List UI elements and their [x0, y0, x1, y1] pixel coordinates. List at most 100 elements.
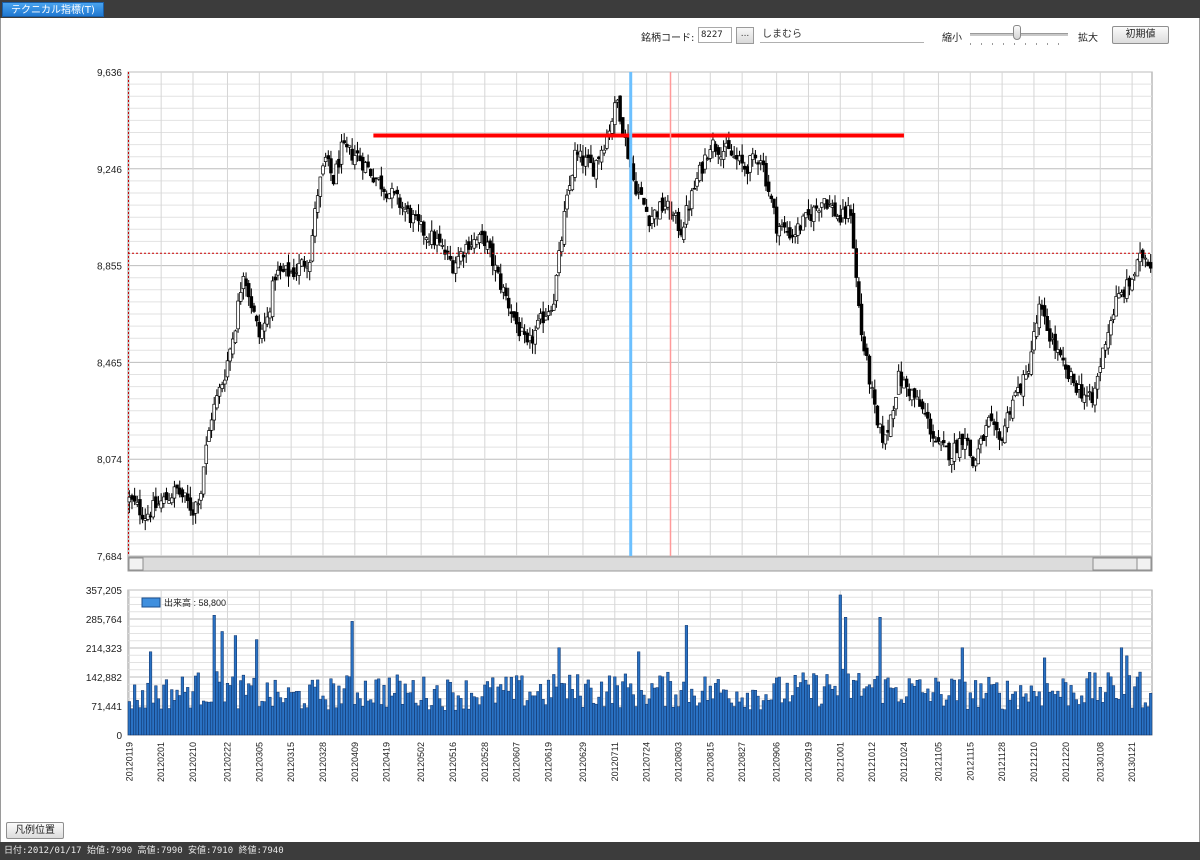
date-axis-label: 20120528 [480, 742, 490, 782]
volume-bar [578, 695, 582, 736]
volume-bar [204, 701, 208, 736]
candle-body [1010, 399, 1015, 419]
scrollbar-thumb[interactable] [1092, 557, 1138, 571]
candle-body [1003, 425, 1007, 444]
volume-bar [507, 690, 511, 736]
volume-bar [273, 679, 277, 736]
candle-body [827, 202, 832, 205]
candle-body [875, 405, 880, 426]
volume-bar [329, 678, 333, 736]
volume-bar [414, 702, 418, 736]
volume-bar [966, 709, 970, 736]
volume-bar [456, 695, 460, 736]
volume-bar [172, 700, 176, 736]
candle-body [310, 235, 315, 262]
volume-bar [913, 685, 917, 736]
volume-bar [740, 697, 744, 736]
volume-bar [342, 688, 346, 736]
volume-bar [228, 685, 232, 736]
volume-bar [1019, 685, 1023, 736]
volume-bar [533, 695, 537, 736]
volume-bar [162, 684, 166, 736]
volume-bar [257, 706, 261, 736]
candle-body [1140, 249, 1145, 259]
volume-bar [268, 696, 272, 736]
volume-bar [637, 651, 641, 736]
volume-bar [607, 675, 612, 736]
date-axis-label: 20120210 [188, 742, 198, 782]
candle-body [440, 245, 445, 247]
volume-axis-label: 71,441 [91, 702, 122, 713]
candle-body [989, 413, 994, 421]
chart-area: 9,636 9,246 8,855 8,465 8,074 7,684 357,205 285… [86, 68, 1153, 782]
candle-body [642, 197, 646, 205]
candle-body [400, 206, 405, 209]
volume-bar [196, 672, 200, 736]
volume-bar [981, 698, 986, 736]
candle-body [621, 117, 625, 134]
volume-bar [1069, 685, 1073, 736]
volume-bar [700, 690, 704, 736]
volume-bar [210, 701, 214, 736]
date-axis-label: 20120607 [512, 742, 522, 782]
volume-bar [952, 679, 956, 736]
volume-bar [870, 687, 874, 736]
volume-bar [950, 678, 954, 736]
legend-position-button[interactable]: 凡例位置 [6, 822, 64, 839]
candle-body [246, 283, 251, 298]
volume-bar [406, 692, 410, 736]
candle-body [175, 484, 179, 489]
candle-body [589, 154, 593, 164]
candle-body [355, 150, 360, 154]
volume-bar [809, 698, 813, 736]
volume-bar [695, 705, 699, 736]
volume-legend-swatch [141, 597, 161, 608]
volume-bar [416, 705, 421, 736]
candle-body [912, 388, 917, 398]
date-axis-label: 20120516 [448, 742, 458, 782]
volume-bar [1127, 675, 1132, 736]
volume-legend-label: 出来高 : 58,800 [164, 597, 226, 608]
volume-bar [682, 681, 686, 736]
volume-bar [517, 680, 521, 736]
volume-bar [859, 695, 864, 736]
volume-bar [536, 691, 540, 736]
volume-bar [454, 709, 458, 736]
volume-bar [852, 679, 856, 736]
candle-body [594, 160, 598, 180]
volume-bar [477, 704, 482, 736]
volume-bar [286, 687, 291, 736]
volume-bar [159, 708, 163, 736]
volume-bar [271, 705, 275, 736]
horizontal-scrollbar[interactable] [127, 556, 1153, 572]
candle-body [329, 158, 333, 174]
volume-bar [443, 710, 447, 736]
scroll-left-button[interactable] [128, 557, 144, 571]
candle-body [740, 154, 744, 164]
volume-bar [942, 705, 946, 736]
volume-bar [1037, 691, 1041, 736]
candle-body [976, 448, 980, 465]
volume-bar [220, 631, 224, 736]
candle-body [782, 222, 787, 228]
date-axis-label: 20120201 [156, 742, 166, 782]
volume-bar [801, 672, 805, 736]
volume-bar [512, 699, 516, 736]
volume-bar [1040, 705, 1044, 736]
candle-body [873, 389, 877, 405]
volume-bar [355, 692, 360, 736]
volume-bar [881, 702, 885, 736]
candle-body [318, 176, 323, 197]
volume-bar [233, 635, 237, 736]
candle-body [865, 347, 869, 356]
candle-body [1143, 257, 1148, 260]
volume-bar [424, 698, 428, 736]
date-axis-label: 20120502 [416, 742, 426, 782]
volume-bar [546, 679, 551, 736]
volume-bar [347, 676, 352, 736]
candle-body [254, 315, 259, 322]
candle-body [682, 226, 686, 240]
scroll-right-button[interactable] [1136, 557, 1152, 571]
volume-bar [377, 678, 381, 736]
volume-axis-label: 285,764 [86, 615, 123, 626]
